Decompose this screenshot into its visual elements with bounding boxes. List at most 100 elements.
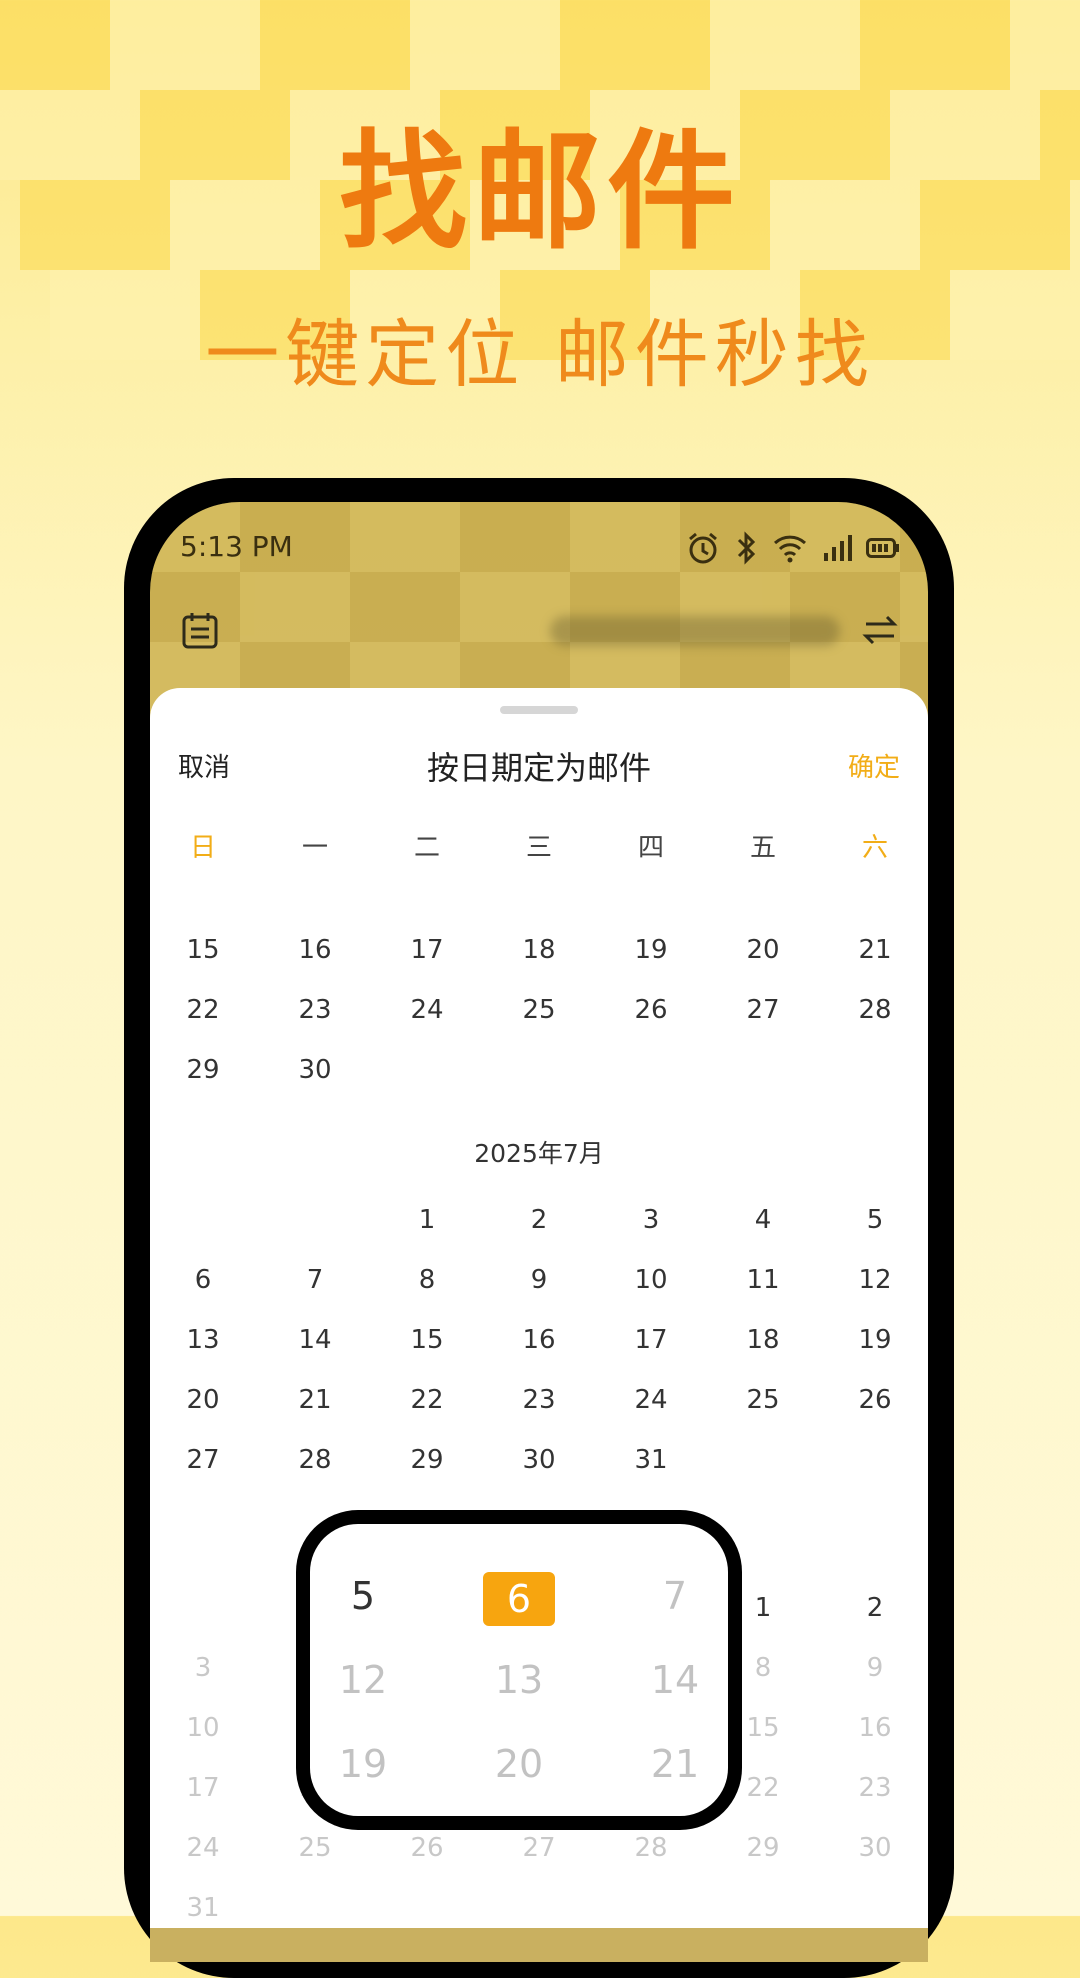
weekday-label: 一 [301, 833, 328, 863]
day-cell[interactable]: 22 [371, 1370, 483, 1430]
day-cell[interactable]: 15 [371, 1310, 483, 1370]
day-cell[interactable]: 19 [819, 1310, 931, 1370]
day-cell[interactable]: 8 [371, 1250, 483, 1310]
day-cell[interactable]: 16 [259, 920, 371, 980]
day-cell[interactable]: 16 [483, 1310, 595, 1370]
sheet-title: 按日期定为邮件 [426, 749, 651, 787]
day-cell[interactable]: 13 [147, 1310, 259, 1370]
empty-day-cell [819, 1430, 931, 1490]
sheet-handle[interactable] [500, 706, 578, 714]
day-cell[interactable]: 24 [595, 1370, 707, 1430]
day-cell[interactable]: 20 [147, 1370, 259, 1430]
day-cell[interactable]: 23 [483, 1370, 595, 1430]
bluetooth-icon [737, 531, 756, 565]
empty-day-cell [819, 1878, 931, 1938]
zoom-day-cell[interactable]: 14 [597, 1638, 728, 1722]
empty-day-cell [371, 1878, 483, 1938]
day-cell[interactable]: 29 [147, 1040, 259, 1100]
empty-day-cell [259, 1878, 371, 1938]
day-cell[interactable]: 17 [147, 1758, 259, 1818]
zoom-day-cell[interactable]: 5 [310, 1554, 441, 1638]
calendar-icon[interactable] [180, 610, 220, 650]
confirm-button[interactable]: 确定 [848, 738, 900, 798]
day-cell[interactable]: 4 [707, 1190, 819, 1250]
day-cell[interactable]: 19 [595, 920, 707, 980]
weekday-label: 三 [525, 833, 552, 863]
promo-headline: 找邮件 [338, 118, 741, 267]
empty-day-cell [595, 1040, 707, 1100]
day-cell[interactable]: 7 [259, 1250, 371, 1310]
day-cell[interactable]: 30 [259, 1040, 371, 1100]
checker-tile [0, 0, 110, 90]
day-cell[interactable]: 22 [147, 980, 259, 1040]
day-cell[interactable]: 28 [819, 980, 931, 1040]
day-cell[interactable]: 27 [147, 1430, 259, 1490]
zoom-day-cell[interactable]: 7 [597, 1554, 728, 1638]
status-time: 5:13 PM [180, 530, 293, 563]
day-cell[interactable]: 2 [819, 1578, 931, 1638]
app-bar [180, 602, 900, 662]
day-cell[interactable]: 27 [707, 980, 819, 1040]
day-cell[interactable]: 18 [483, 920, 595, 980]
day-cell[interactable]: 24 [371, 980, 483, 1040]
day-cell[interactable]: 5 [819, 1190, 931, 1250]
swap-icon[interactable] [860, 610, 900, 650]
day-cell[interactable]: 24 [147, 1818, 259, 1878]
screen-checker-tile [900, 572, 928, 642]
empty-day-cell [259, 1190, 371, 1250]
day-cell[interactable]: 21 [819, 920, 931, 980]
day-cell[interactable]: 10 [147, 1698, 259, 1758]
day-cell[interactable]: 28 [259, 1430, 371, 1490]
day-cell[interactable]: 25 [483, 980, 595, 1040]
day-cell[interactable]: 18 [707, 1310, 819, 1370]
sheet-header: 按日期定为邮件 取消 确定 [150, 738, 928, 798]
weekday-label: 二 [413, 833, 440, 863]
day-cell[interactable]: 30 [483, 1430, 595, 1490]
day-cell[interactable]: 10 [595, 1250, 707, 1310]
zoom-day-cell[interactable]: 6 [441, 1554, 597, 1638]
selected-day-highlight[interactable]: 6 [483, 1571, 555, 1626]
cancel-button[interactable]: 取消 [178, 738, 230, 798]
day-cell[interactable]: 3 [595, 1190, 707, 1250]
month-june-tail: 15 16 17 18 19 20 21 22 23 24 25 26 27 28 29 30 [150, 920, 928, 1100]
day-cell[interactable]: 1 [371, 1190, 483, 1250]
zoom-day-cell[interactable]: 21 [597, 1722, 728, 1806]
day-cell[interactable]: 9 [483, 1250, 595, 1310]
day-cell[interactable]: 17 [595, 1310, 707, 1370]
day-cell[interactable]: 20 [707, 920, 819, 980]
day-cell[interactable]: 17 [371, 920, 483, 980]
day-cell[interactable]: 14 [259, 1310, 371, 1370]
day-cell[interactable]: 15 [147, 920, 259, 980]
day-cell[interactable]: 9 [819, 1638, 931, 1698]
battery-icon [866, 538, 899, 558]
checker-tile [260, 0, 410, 90]
day-cell[interactable]: 12 [819, 1250, 931, 1310]
day-cell[interactable]: 11 [707, 1250, 819, 1310]
empty-day-cell [483, 1040, 595, 1100]
day-cell[interactable]: 3 [147, 1638, 259, 1698]
account-email-blurred[interactable] [550, 616, 840, 646]
day-cell[interactable]: 30 [819, 1818, 931, 1878]
day-cell[interactable]: 29 [707, 1818, 819, 1878]
zoom-day-cell[interactable]: 13 [441, 1638, 597, 1722]
zoom-day-cell[interactable]: 20 [441, 1722, 597, 1806]
day-cell[interactable]: 31 [595, 1430, 707, 1490]
day-cell[interactable]: 23 [259, 980, 371, 1040]
day-cell[interactable]: 16 [819, 1698, 931, 1758]
zoom-day-cell[interactable]: 12 [310, 1638, 441, 1722]
alarm-icon [689, 532, 717, 564]
day-cell[interactable]: 29 [371, 1430, 483, 1490]
day-cell[interactable]: 23 [819, 1758, 931, 1818]
zoom-day-cell[interactable]: 19 [310, 1722, 441, 1806]
empty-day-cell [371, 1040, 483, 1100]
empty-day-cell [707, 1430, 819, 1490]
day-cell[interactable]: 25 [707, 1370, 819, 1430]
day-cell[interactable]: 2 [483, 1190, 595, 1250]
empty-day-cell [147, 1578, 259, 1638]
day-cell[interactable]: 26 [819, 1370, 931, 1430]
day-cell[interactable]: 26 [595, 980, 707, 1040]
day-cell[interactable]: 6 [147, 1250, 259, 1310]
day-cell[interactable]: 21 [259, 1370, 371, 1430]
day-cell[interactable]: 31 [147, 1878, 259, 1938]
empty-day-cell [147, 1190, 259, 1250]
